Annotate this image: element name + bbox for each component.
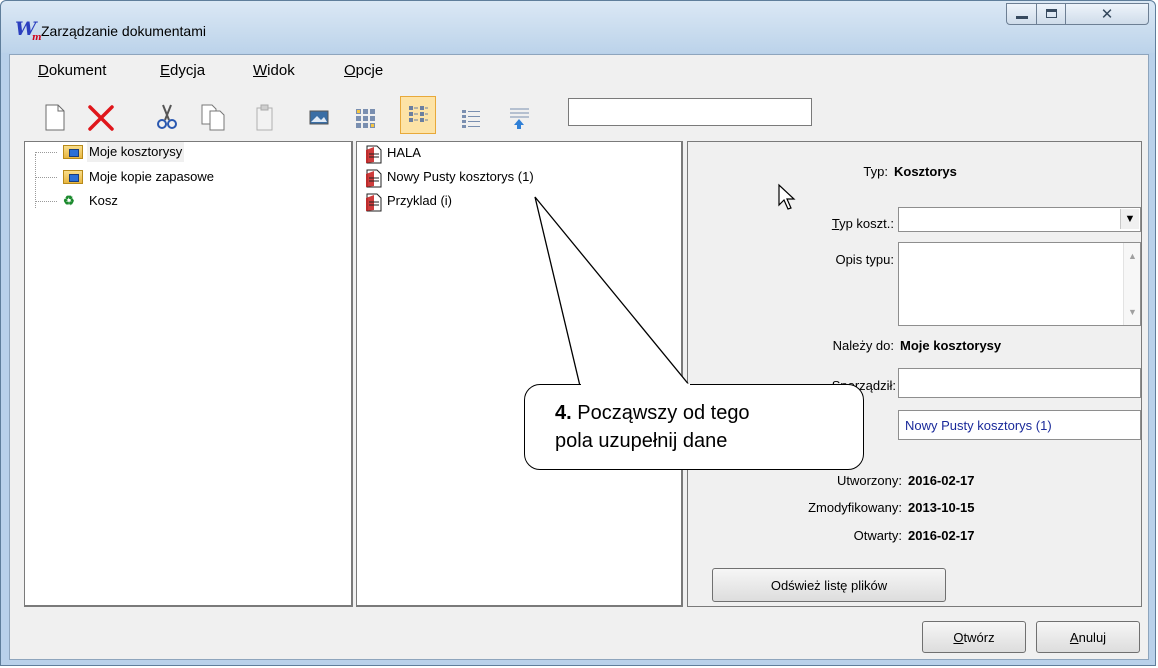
menu-edycja[interactable]: Edycja xyxy=(160,62,205,79)
image-icon xyxy=(309,110,329,125)
list-item-label: HALA xyxy=(387,145,421,160)
tree-item-moje-kosztorysy[interactable]: Moje kosztorysy xyxy=(33,142,333,162)
menu-bar: Dokument Edycja Widok Opcje xyxy=(10,55,1148,85)
utworzony-label: Utworzony: xyxy=(836,473,902,488)
tree-item-kosz[interactable]: ♻ Kosz xyxy=(33,191,333,211)
tree-item-moje-kopie-zapasowe[interactable]: Moje kopie zapasowe xyxy=(33,167,333,187)
typ-label: Typ: xyxy=(863,164,888,179)
otwarty-value: 2016-02-17 xyxy=(908,528,975,543)
large-icons-view-button[interactable] xyxy=(350,102,380,132)
paste-button[interactable] xyxy=(250,102,280,132)
zmodyfikowany-value: 2013-10-15 xyxy=(908,500,975,515)
instruction-callout: 4. Począwszy od tego pola uzupełnij dane xyxy=(524,384,864,470)
close-button[interactable]: ✕ xyxy=(1065,3,1149,25)
list-item-label: Przyklad (i) xyxy=(387,193,453,208)
cut-button[interactable] xyxy=(152,102,182,132)
typ-koszt-select[interactable]: ▼ xyxy=(898,207,1141,232)
large-icons-view-icon xyxy=(356,109,375,128)
small-icons-view-icon xyxy=(409,106,428,122)
refresh-files-button[interactable]: Odśwież listę plików xyxy=(712,568,946,602)
tree-item-label: Kosz xyxy=(89,193,118,208)
document-name-value: Nowy Pusty kosztorys (1) xyxy=(905,418,1052,433)
maximize-button[interactable] xyxy=(1036,3,1066,25)
search-input[interactable] xyxy=(568,98,812,126)
scrollbar[interactable]: ▲ ▼ xyxy=(1123,243,1140,325)
document-name-input[interactable]: Nowy Pusty kosztorys (1) xyxy=(898,410,1141,440)
list-item-label: Nowy Pusty kosztorys (1) xyxy=(387,169,534,184)
list-item[interactable]: Nowy Pusty kosztorys (1) xyxy=(365,166,665,188)
properties-panel: Typ: Kosztorys Typ koszt.: ▼ Opis typu: … xyxy=(687,141,1142,607)
image-button[interactable] xyxy=(304,102,334,132)
details-view-icon xyxy=(510,108,529,129)
list-view-button[interactable] xyxy=(456,102,486,132)
small-icons-view-button[interactable] xyxy=(400,96,436,134)
maximize-icon xyxy=(1046,9,1057,18)
document-icon xyxy=(366,169,382,188)
details-view-button[interactable] xyxy=(504,102,534,132)
recycle-bin-icon: ♻ xyxy=(63,193,75,208)
toolbar xyxy=(10,86,1148,140)
chevron-down-icon[interactable]: ▼ xyxy=(1120,209,1139,229)
opis-typu-textarea[interactable]: ▲ ▼ xyxy=(898,242,1141,326)
close-icon: ✕ xyxy=(1100,5,1114,23)
list-item[interactable]: HALA xyxy=(365,142,665,164)
copy-icon xyxy=(201,104,225,131)
open-button[interactable]: Otwórz xyxy=(922,621,1026,653)
folder-icon xyxy=(63,145,83,159)
otwarty-label: Otwarty: xyxy=(853,528,902,543)
copy-button[interactable] xyxy=(198,102,228,132)
delete-icon xyxy=(88,105,114,131)
list-item[interactable]: Przyklad (i) xyxy=(365,190,665,212)
menu-opcje[interactable]: Opcje xyxy=(344,62,383,79)
new-document-button[interactable] xyxy=(40,102,70,132)
app-logo-icon: Wm xyxy=(15,18,42,43)
client-area: Dokument Edycja Widok Opcje Moje kosztor… xyxy=(9,54,1149,660)
utworzony-value: 2016-02-17 xyxy=(908,473,975,488)
mouse-cursor-icon xyxy=(778,183,796,210)
typ-koszt-label: Typ koszt.: xyxy=(831,216,894,231)
folder-tree: Moje kosztorysy Moje kopie zapasowe ♻ Ko… xyxy=(24,141,353,607)
opis-typu-label: Opis typu: xyxy=(835,252,894,267)
minimize-icon xyxy=(1016,16,1028,19)
file-list: HALA Nowy Pusty kosztorys (1) Przyklad (… xyxy=(356,141,683,607)
nalezy-do-label: Należy do: xyxy=(832,338,894,353)
scroll-up-icon[interactable]: ▲ xyxy=(1124,251,1141,261)
menu-widok[interactable]: Widok xyxy=(253,62,295,79)
paste-icon xyxy=(256,104,273,131)
title-bar[interactable]: Wm Zarządzanie dokumentami ✕ xyxy=(1,1,1155,53)
sporzadzil-input[interactable] xyxy=(898,368,1141,398)
tree-item-label: Moje kosztorysy xyxy=(87,142,185,162)
folder-icon xyxy=(63,170,83,184)
cancel-button[interactable]: Anuluj xyxy=(1036,621,1140,653)
cut-icon xyxy=(157,104,177,129)
typ-value: Kosztorys xyxy=(894,164,957,179)
window-title: Zarządzanie dokumentami xyxy=(41,23,206,39)
scroll-down-icon[interactable]: ▼ xyxy=(1124,307,1141,317)
tree-item-label: Moje kopie zapasowe xyxy=(89,169,215,184)
application-window: Wm Zarządzanie dokumentami ✕ Dokument Ed… xyxy=(0,0,1156,666)
nalezy-do-value: Moje kosztorysy xyxy=(900,338,1002,353)
document-icon xyxy=(366,145,382,164)
zmodyfikowany-label: Zmodyfikowany: xyxy=(808,500,902,515)
new-document-icon xyxy=(45,104,65,131)
document-icon xyxy=(366,193,382,212)
delete-button[interactable] xyxy=(86,102,116,132)
callout-text: 4. Począwszy od tego pola uzupełnij dane xyxy=(555,402,750,452)
menu-dokument[interactable]: Dokument xyxy=(38,62,106,79)
list-view-icon xyxy=(462,110,480,128)
minimize-button[interactable] xyxy=(1006,3,1037,25)
